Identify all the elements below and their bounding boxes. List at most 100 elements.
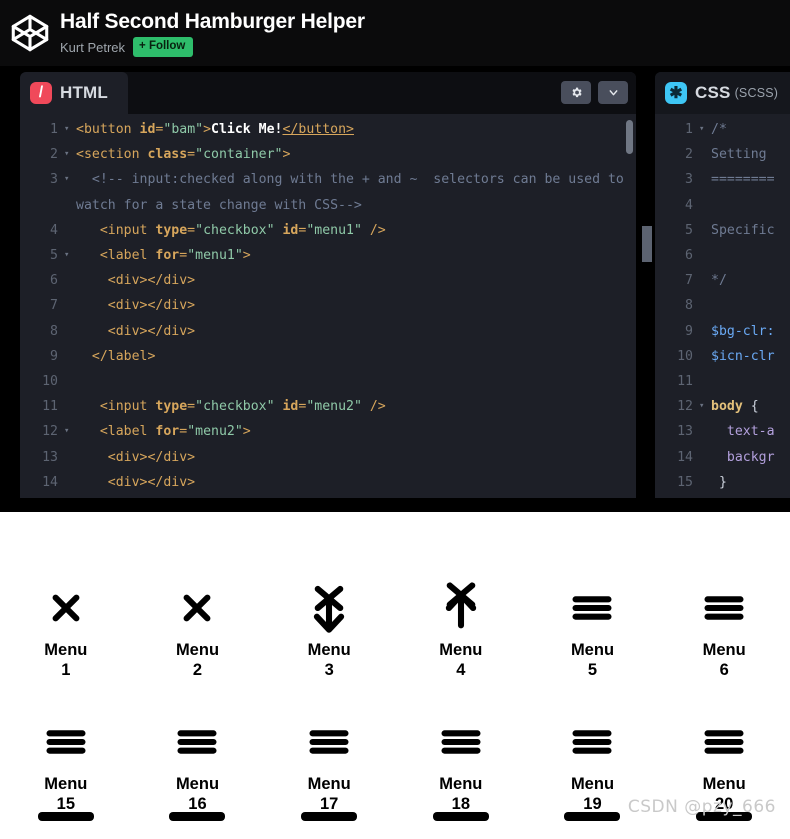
menu-item-label: Menu 4 <box>439 640 482 680</box>
menu-item-6[interactable]: Menu 6 <box>658 580 790 680</box>
line-number: 2 <box>50 147 58 163</box>
code-fold-toggle[interactable]: ▾ <box>699 117 711 142</box>
hamburger-icon-wrap[interactable] <box>169 714 225 770</box>
menu-label-word: Menu <box>307 641 351 659</box>
code-line: 7 */ <box>655 268 790 293</box>
css-pane-header: ✱ CSS (SCSS) <box>655 72 790 114</box>
menu-item-17[interactable]: Menu 17 <box>263 714 395 814</box>
css-code-area[interactable]: 1 ▾/* 2 Setting 3 ======== 4 5 Specific 6 7 */8 9 $bg… <box>655 114 790 498</box>
menu-icon-grid: Menu 1 Menu 2 Menu 3 Menu 4 Menu 5 Menu 6 Menu 15 Menu… <box>0 580 790 814</box>
menu-label-word: Menu <box>44 775 88 793</box>
menu-item-2[interactable]: Menu 2 <box>132 580 264 680</box>
code-line: 9 $bg-clr: <box>655 319 790 344</box>
code-line: 7 <div></div> <box>20 293 636 318</box>
line-number: 5 <box>685 222 693 238</box>
close-x-icon-wrap[interactable] <box>169 580 225 636</box>
menu-item-label: Menu 1 <box>44 640 87 680</box>
code-text: <label for="menu2"> <box>76 424 251 440</box>
menu-item-label: Menu 3 <box>308 640 351 680</box>
hamburger-icon <box>309 730 349 754</box>
code-text: $icn-clr <box>711 348 775 364</box>
menu-label-word: Menu <box>307 775 351 793</box>
menu-item-partial[interactable] <box>132 812 264 821</box>
code-text: <label for="menu1"> <box>76 248 251 264</box>
hamburger-icon-wrap[interactable] <box>433 714 489 770</box>
code-text: } <box>711 474 727 490</box>
html-code-area[interactable]: 1 ▾ <button id="bam">Click Me!</button> 2 ▾ <… <box>20 114 636 498</box>
menu-item-partial[interactable] <box>395 812 527 821</box>
line-number: 14 <box>42 474 58 490</box>
byline: Kurt Petrek + Follow <box>60 37 365 57</box>
code-fold-toggle[interactable]: ▾ <box>64 167 76 217</box>
html-pane-header: / HTML <box>20 72 636 114</box>
menu-label-number: 17 <box>319 795 339 813</box>
hamburger-icon <box>564 812 621 821</box>
code-fold-toggle <box>64 394 76 419</box>
menu-label-word: Menu <box>175 775 220 793</box>
menu-item-label: Menu 18 <box>439 774 482 814</box>
hamburger-icon-wrap[interactable] <box>696 714 752 770</box>
code-fold-toggle <box>64 369 76 394</box>
close-x-icon-wrap[interactable] <box>38 580 94 636</box>
code-line: 5 ▾ <label for="menu1"> <box>20 243 636 268</box>
menu-item-1[interactable]: Menu 1 <box>0 580 132 680</box>
menu-item-4[interactable]: Menu 4 <box>395 580 527 680</box>
x-arrow-up-icon-wrap[interactable] <box>433 580 489 636</box>
code-fold-toggle[interactable]: ▾ <box>64 142 76 167</box>
app-header: Half Second Hamburger Helper Kurt Petrek… <box>0 0 790 66</box>
menu-label-word: Menu <box>44 641 88 659</box>
menu-item-16[interactable]: Menu 16 <box>132 714 264 814</box>
chevron-down-icon[interactable] <box>598 81 628 104</box>
follow-button[interactable]: + Follow <box>133 37 194 57</box>
code-fold-toggle <box>699 369 711 394</box>
code-fold-toggle[interactable]: ▾ <box>699 394 711 419</box>
pane-resize-handle[interactable] <box>642 226 652 262</box>
code-line: 13 <div></div> <box>20 445 636 470</box>
menu-item-label: Menu 19 <box>571 774 614 814</box>
menu-label-number: 16 <box>188 795 207 813</box>
hamburger-icon-wrap[interactable] <box>564 714 620 770</box>
code-line: 12 ▾ <label for="menu2"> <box>20 419 636 444</box>
code-text: body { <box>711 399 759 415</box>
x-arrow-down-icon-wrap[interactable] <box>301 580 357 636</box>
hamburger-icon-wrap[interactable] <box>301 714 357 770</box>
menu-item-18[interactable]: Menu 18 <box>395 714 527 814</box>
tab-html[interactable]: / HTML <box>20 72 128 114</box>
hamburger-icon-wrap[interactable] <box>696 580 752 636</box>
line-number: 10 <box>42 374 58 390</box>
menu-item-3[interactable]: Menu 3 <box>263 580 395 680</box>
code-line: 10 <box>20 369 636 394</box>
html-code-lines: 1 ▾ <button id="bam">Click Me!</button> 2 ▾ <… <box>20 114 636 495</box>
line-number: 13 <box>42 449 58 465</box>
hamburger-icon <box>704 730 744 754</box>
author-name[interactable]: Kurt Petrek <box>60 39 125 56</box>
code-fold-toggle[interactable]: ▾ <box>64 243 76 268</box>
code-text: <div></div> <box>76 273 196 289</box>
menu-label-word: Menu <box>439 775 483 793</box>
code-text: $bg-clr: <box>711 323 775 339</box>
menu-label-number: 5 <box>587 661 598 679</box>
menu-item-15[interactable]: Menu 15 <box>0 714 132 814</box>
gear-icon[interactable] <box>561 81 591 104</box>
page-title: Half Second Hamburger Helper <box>60 10 365 33</box>
menu-item-partial[interactable] <box>0 812 132 821</box>
code-fold-toggle[interactable]: ▾ <box>64 419 76 444</box>
line-number: 6 <box>50 273 58 289</box>
menu-label-word: Menu <box>175 641 220 659</box>
hamburger-icon <box>441 730 481 754</box>
code-line: 11 <box>655 369 790 394</box>
hamburger-icon-wrap[interactable] <box>564 580 620 636</box>
code-fold-toggle <box>699 445 711 470</box>
hamburger-icon-wrap[interactable] <box>38 714 94 770</box>
code-fold-toggle[interactable]: ▾ <box>64 117 76 142</box>
menu-item-partial[interactable] <box>263 812 395 821</box>
menu-item-5[interactable]: Menu 5 <box>527 580 659 680</box>
codepen-logo-icon[interactable] <box>8 11 52 55</box>
code-fold-toggle <box>64 445 76 470</box>
html-scrollbar-thumb[interactable] <box>626 120 633 154</box>
code-line: 6 <box>655 243 790 268</box>
code-line: 10 $icn-clr <box>655 344 790 369</box>
menu-item-label: Menu 17 <box>308 774 351 814</box>
